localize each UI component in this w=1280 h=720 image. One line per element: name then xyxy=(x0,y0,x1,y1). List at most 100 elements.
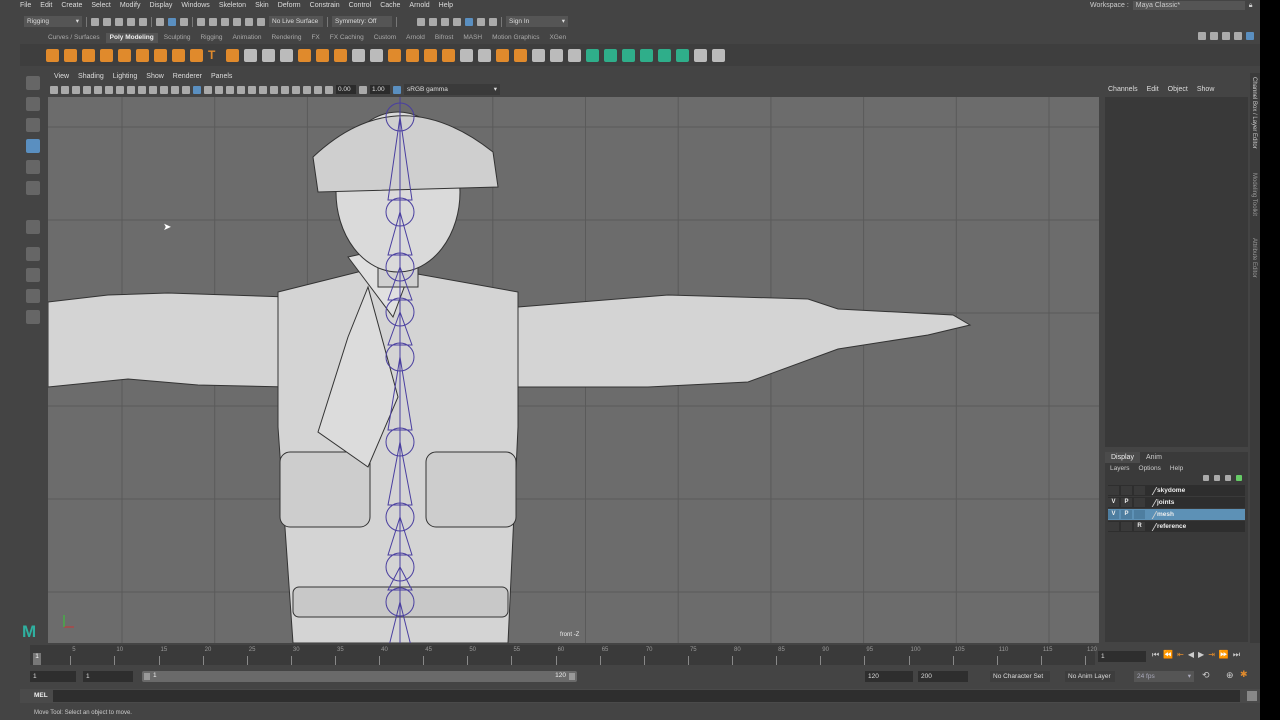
layer-color-icon[interactable] xyxy=(1144,498,1158,507)
attribute-editor-icon[interactable] xyxy=(1222,31,1230,40)
menu-modify[interactable]: Modify xyxy=(120,2,141,9)
bookmark-icon[interactable] xyxy=(72,85,80,94)
shelf-tab-arnold[interactable]: Arnold xyxy=(402,33,429,43)
shelf-tab-mash[interactable]: MASH xyxy=(459,33,486,43)
new-layer-selected-icon[interactable] xyxy=(1236,475,1242,481)
scale-tool-icon[interactable] xyxy=(26,181,40,195)
viewport-menu-view[interactable]: View xyxy=(54,73,69,80)
layer-row-reference[interactable]: Rreference xyxy=(1108,521,1245,532)
two-view-layout-icon[interactable] xyxy=(26,289,40,303)
uv-automatic-icon[interactable] xyxy=(604,48,617,62)
snap-projected-icon[interactable] xyxy=(233,17,241,26)
menu-deform[interactable]: Deform xyxy=(278,2,301,9)
collapse-icon[interactable] xyxy=(496,48,509,62)
ipr-render-icon[interactable] xyxy=(441,17,449,26)
smooth-icon[interactable] xyxy=(280,48,293,62)
viewport-menu-show[interactable]: Show xyxy=(146,73,164,80)
shadows-icon[interactable] xyxy=(248,85,256,94)
range-end-handle[interactable] xyxy=(569,673,575,680)
visibility-toggle[interactable] xyxy=(1108,486,1119,495)
layers-menu[interactable]: Layers xyxy=(1110,465,1130,472)
range-slider[interactable]: 1 120 xyxy=(142,671,577,682)
help-menu[interactable]: Help xyxy=(1170,465,1183,472)
isolate-select-icon[interactable] xyxy=(292,85,300,94)
anti-aliasing-icon[interactable] xyxy=(281,85,289,94)
human-ik-icon[interactable] xyxy=(1210,31,1218,40)
move-layer-down-icon[interactable] xyxy=(1214,475,1220,481)
menu-select[interactable]: Select xyxy=(91,2,110,9)
playback-start-field[interactable]: 1 xyxy=(83,671,133,682)
gamma-field[interactable]: 1.00 xyxy=(370,85,390,94)
poly-sphere-icon[interactable] xyxy=(46,48,59,62)
single-view-layout-icon[interactable] xyxy=(26,247,40,261)
menu-constrain[interactable]: Constrain xyxy=(310,2,340,9)
move-layer-up-icon[interactable] xyxy=(1203,475,1209,481)
viewport-front[interactable]: front -Z ➤ xyxy=(48,97,1099,643)
xray-active-icon[interactable] xyxy=(314,85,322,94)
shelf-tab-fx[interactable]: FX xyxy=(307,33,323,43)
menu-create[interactable]: Create xyxy=(61,2,82,9)
playback-end-field[interactable]: 120 xyxy=(865,671,913,682)
colorspace-dropdown[interactable]: sRGB gamma ▾ xyxy=(404,84,500,95)
menu-skeleton[interactable]: Skeleton xyxy=(219,2,246,9)
cut-uv-icon[interactable] xyxy=(712,48,725,62)
grid-toggle-icon[interactable] xyxy=(105,85,113,94)
sew-uv-icon[interactable] xyxy=(694,48,707,62)
animation-start-field[interactable]: 1 xyxy=(30,671,76,682)
grease-pencil-icon[interactable] xyxy=(94,85,102,94)
shelf-tab-xgen[interactable]: XGen xyxy=(545,33,570,43)
poly-cone-icon[interactable] xyxy=(100,48,113,62)
menu-windows[interactable]: Windows xyxy=(181,2,209,9)
mirror-icon[interactable] xyxy=(334,48,347,62)
command-input[interactable] xyxy=(53,690,345,702)
viewport-menu-shading[interactable]: Shading xyxy=(78,73,104,80)
outliner-layout-icon[interactable] xyxy=(26,310,40,324)
hypershade-icon[interactable] xyxy=(465,17,473,26)
time-slider[interactable]: 5 10 15 20 25 30 35 40 45 50 55 60 65 70 75 80 85 90 95 100… xyxy=(30,645,1097,665)
poke-icon[interactable] xyxy=(442,48,455,62)
super-shape-icon[interactable] xyxy=(190,48,203,62)
select-tool-icon[interactable] xyxy=(26,76,40,90)
camera-attributes-icon[interactable] xyxy=(61,85,69,94)
workspace-dropdown[interactable]: Maya Classic* xyxy=(1132,1,1245,10)
channel-box-icon[interactable] xyxy=(1246,31,1254,40)
bevel-icon[interactable] xyxy=(406,48,419,62)
channels-menu[interactable]: Channels xyxy=(1108,86,1138,93)
lock-icon[interactable]: 🔒︎ xyxy=(1249,2,1253,10)
viewport-menu-panels[interactable]: Panels xyxy=(211,73,232,80)
symmetry-dropdown[interactable]: Symmetry: Off xyxy=(332,16,392,27)
shelf-tab-custom[interactable]: Custom xyxy=(370,33,400,43)
save-scene-icon[interactable] xyxy=(115,17,123,26)
poly-cylinder-icon[interactable] xyxy=(82,48,95,62)
wireframe-on-shaded-icon[interactable] xyxy=(215,85,223,94)
uv-layout-icon[interactable] xyxy=(658,48,671,62)
boolean-icon[interactable] xyxy=(298,48,311,62)
menu-cache[interactable]: Cache xyxy=(380,2,400,9)
svg-tool-icon[interactable] xyxy=(226,48,239,62)
new-empty-layer-icon[interactable] xyxy=(1225,475,1231,481)
menu-file[interactable]: File xyxy=(20,2,31,9)
current-time-marker[interactable]: 1 xyxy=(33,653,41,665)
wedge-icon[interactable] xyxy=(460,48,473,62)
type-tool-icon[interactable]: T xyxy=(208,48,221,62)
circularize-icon[interactable] xyxy=(478,48,491,62)
tab-display[interactable]: Display xyxy=(1105,452,1140,463)
bridge-icon[interactable] xyxy=(352,48,365,62)
shelf-tab-poly-modeling[interactable]: Poly Modeling xyxy=(105,33,158,43)
xray-icon[interactable] xyxy=(226,85,234,94)
current-frame-field[interactable]: 1 xyxy=(1098,651,1146,662)
last-tool-icon[interactable] xyxy=(26,220,40,234)
smooth-shade-icon[interactable] xyxy=(193,85,201,94)
poly-torus-icon[interactable] xyxy=(118,48,131,62)
fps-dropdown[interactable]: 24 fps ▾ xyxy=(1134,671,1194,682)
menu-skin[interactable]: Skin xyxy=(255,2,269,9)
character-set-dropdown[interactable]: No Character Set xyxy=(990,671,1050,682)
tab-anim[interactable]: Anim xyxy=(1140,452,1168,463)
safe-action-icon[interactable] xyxy=(160,85,168,94)
auto-key-icon[interactable]: ⊕ xyxy=(1226,670,1234,681)
snap-curve-icon[interactable] xyxy=(209,17,217,26)
channel-box[interactable] xyxy=(1105,97,1248,447)
show-menu[interactable]: Show xyxy=(1197,86,1215,93)
film-gate-icon[interactable] xyxy=(116,85,124,94)
xray-joints-icon[interactable] xyxy=(303,85,311,94)
